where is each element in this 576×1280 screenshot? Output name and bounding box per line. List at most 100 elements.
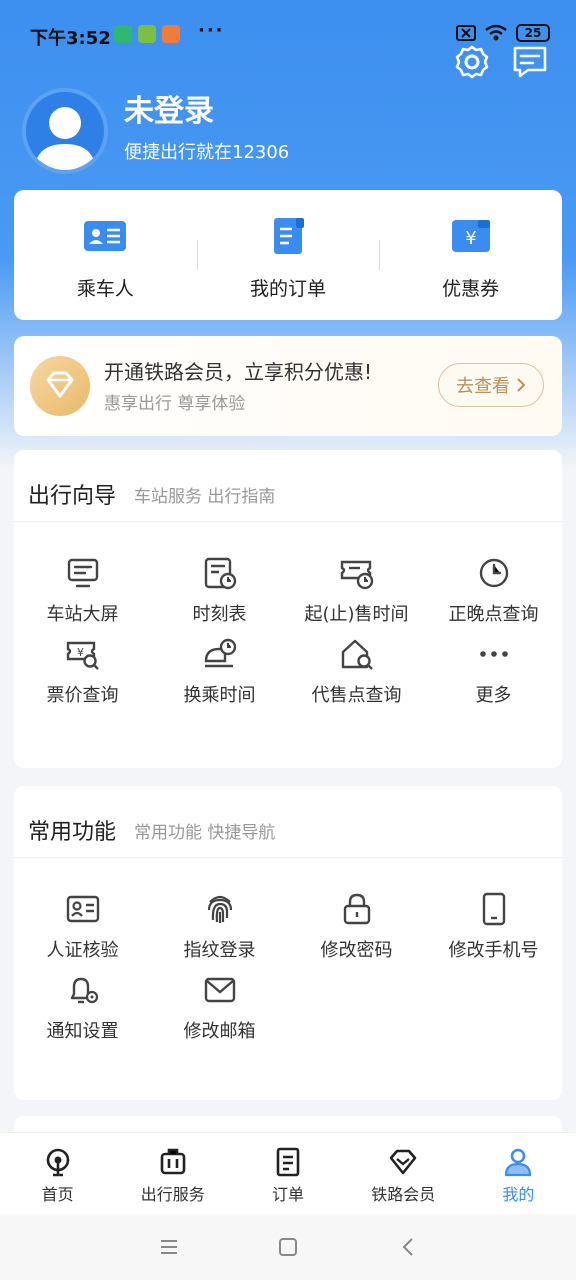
passenger-card-icon (84, 221, 127, 251)
ticket-clock-icon (340, 560, 373, 590)
grid-item-label: 时刻表 (192, 604, 247, 625)
mail-icon (204, 977, 235, 1003)
divider (196, 240, 198, 270)
tab-home[interactable]: 首页 (0, 1133, 115, 1214)
bell-gear-icon (70, 977, 98, 1004)
system-icons: 25 (456, 24, 550, 42)
diamond-icon (46, 371, 74, 398)
header-subtitle: 便捷出行就在12306 (124, 142, 290, 163)
order-icon (274, 218, 304, 254)
settings-gear-icon[interactable] (452, 42, 492, 82)
bottom-tab-bar: 首页 出行服务 订单 铁路会员 我的 (0, 1132, 576, 1214)
grid-item-fare-query[interactable]: ¥ 票价查询 (14, 629, 151, 736)
notification-icons (114, 25, 180, 43)
tab-label: 铁路会员 (371, 1185, 436, 1204)
menu-icon[interactable] (156, 1234, 182, 1260)
tab-travel-service[interactable]: 出行服务 (115, 1133, 230, 1214)
grid-item-timetable[interactable]: 时刻表 (151, 522, 288, 629)
tab-label: 首页 (41, 1185, 74, 1204)
message-icon[interactable] (510, 42, 550, 82)
back-arrow-icon[interactable] (396, 1234, 422, 1260)
common-functions-section: 常用功能 常用功能 快捷导航 人证核验 指纹登录 修改密码 修改手机号 通知设置… (14, 786, 562, 1100)
section-header: 常用功能 常用功能 快捷导航 (14, 786, 562, 858)
grid-item-more[interactable]: 更多 (425, 629, 562, 736)
home-train-icon (46, 1148, 69, 1177)
grid-item-label: 换乘时间 (183, 685, 256, 706)
shield-app-icon (114, 25, 132, 43)
grid-item-id-verify[interactable]: 人证核验 (14, 858, 151, 965)
grid-item-label: 车站大屏 (46, 604, 119, 625)
tab-orders[interactable]: 订单 (230, 1133, 345, 1214)
default-user-icon (34, 107, 96, 170)
grid-item-agency-query[interactable]: 代售点查询 (288, 629, 425, 736)
quick-action-label: 我的订单 (250, 278, 327, 300)
status-time: 下午3:52 (30, 28, 111, 49)
agency-search-icon (341, 639, 373, 670)
quick-actions-card: 乘车人 我的订单 ¥ 优惠券 (14, 190, 562, 320)
system-navigation-bar (0, 1214, 576, 1280)
grid-item-label: 通知设置 (46, 1021, 119, 1042)
shop-app-icon (162, 25, 180, 43)
diamond-badge (30, 356, 90, 416)
section-header: 出行向导 车站服务 出行指南 (14, 450, 562, 522)
fingerprint-icon (207, 895, 232, 923)
id-card-icon (66, 895, 99, 923)
travel-guide-grid: 车站大屏 时刻表 起(止)售时间 正晚点查询 ¥ 票价查询 换乘时间 代售点查询… (14, 522, 562, 736)
clock-icon (479, 558, 508, 588)
coupon-icon: ¥ (451, 220, 490, 252)
phone-icon (482, 892, 505, 926)
lock-icon (343, 893, 370, 925)
grid-item-delay-query[interactable]: 正晚点查询 (425, 522, 562, 629)
section-title: 常用功能 (28, 820, 117, 845)
member-promo-card[interactable]: 开通铁路会员，立享积分优惠! 惠享出行 尊享体验 去查看 (14, 336, 562, 436)
section-title: 出行向导 (28, 484, 117, 509)
quick-action-label: 乘车人 (76, 278, 134, 300)
view-member-button[interactable]: 去查看 (438, 363, 544, 407)
download-app-icon (138, 25, 156, 43)
svg-text:¥: ¥ (465, 228, 476, 249)
more-notifications-icon: ··· (198, 20, 225, 41)
wifi-icon (485, 24, 507, 41)
section-subtitle: 常用功能 快捷导航 (134, 823, 276, 843)
grid-item-label: 修改邮箱 (183, 1021, 256, 1042)
luggage-icon (160, 1148, 186, 1175)
quick-action-label: 优惠券 (442, 278, 500, 300)
grid-item-label: 代售点查询 (311, 685, 402, 706)
timetable-icon (204, 557, 236, 590)
fare-search-icon: ¥ (66, 641, 99, 670)
grid-item-sale-time[interactable]: 起(止)售时间 (288, 522, 425, 629)
quick-action-passenger[interactable]: 乘车人 (14, 190, 197, 320)
grid-item-station-screen[interactable]: 车站大屏 (14, 522, 151, 629)
quick-action-coupons[interactable]: ¥ 优惠券 (379, 190, 562, 320)
user-icon (505, 1148, 532, 1177)
grid-item-label: 人证核验 (46, 940, 119, 961)
section-subtitle: 车站服务 出行指南 (134, 487, 276, 507)
grid-item-change-email[interactable]: 修改邮箱 (151, 965, 288, 1072)
grid-item-change-password[interactable]: 修改密码 (288, 858, 425, 965)
grid-item-label: 修改手机号 (448, 940, 539, 961)
login-status-title[interactable]: 未登录 (124, 86, 214, 130)
member-promo-title: 开通铁路会员，立享积分优惠! (104, 360, 373, 384)
home-square-icon[interactable] (275, 1234, 301, 1260)
grid-item-label: 修改密码 (320, 940, 393, 961)
tab-rail-member[interactable]: 铁路会员 (346, 1133, 461, 1214)
grid-item-notification-settings[interactable]: 通知设置 (14, 965, 151, 1072)
travel-guide-section: 出行向导 车站服务 出行指南 车站大屏 时刻表 起(止)售时间 正晚点查询 ¥ … (14, 450, 562, 768)
tab-label: 订单 (272, 1185, 305, 1204)
grid-item-change-phone[interactable]: 修改手机号 (425, 858, 562, 965)
member-promo-subtitle: 惠享出行 尊享体验 (104, 394, 246, 414)
grid-item-label: 正晚点查询 (448, 604, 539, 625)
monitor-icon (67, 558, 98, 588)
tab-mine[interactable]: 我的 (461, 1133, 576, 1214)
grid-item-fingerprint-login[interactable]: 指纹登录 (151, 858, 288, 965)
avatar[interactable] (22, 88, 108, 174)
battery-icon: 25 (516, 24, 550, 42)
quick-action-orders[interactable]: 我的订单 (196, 190, 380, 320)
train-clock-icon (204, 638, 236, 668)
chevron-right-icon (517, 378, 526, 392)
divider (379, 240, 381, 270)
view-member-label: 去查看 (456, 376, 510, 397)
svg-text:¥: ¥ (77, 646, 84, 659)
order-list-icon (276, 1147, 300, 1177)
grid-item-transfer-time[interactable]: 换乘时间 (151, 629, 288, 736)
